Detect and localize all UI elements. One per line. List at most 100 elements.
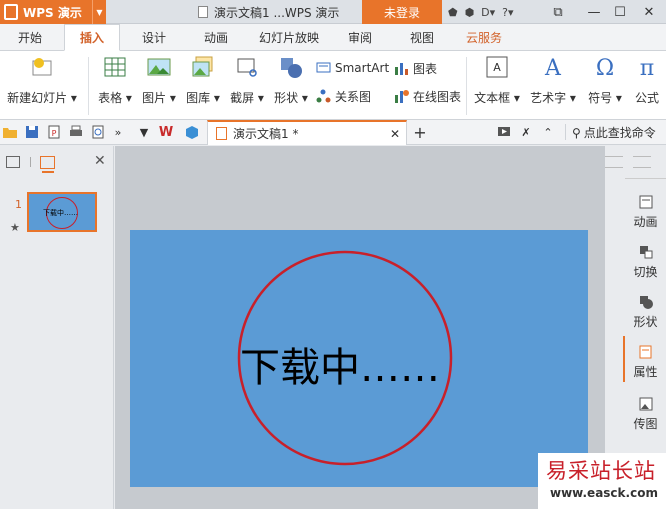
- shapes-label: 形状: [274, 91, 299, 105]
- toolbar-divider: [565, 124, 566, 140]
- app-menu-dropdown[interactable]: ▼: [92, 0, 106, 24]
- document-tab[interactable]: 演示文稿1 * ✕: [207, 120, 407, 145]
- wordart-icon: A: [541, 55, 565, 79]
- svg-text:π: π: [640, 56, 654, 79]
- restore-window-icon[interactable]: ⧉: [545, 0, 571, 24]
- chart-label: 图表: [413, 62, 438, 76]
- svg-text:Ω: Ω: [596, 56, 614, 79]
- tab-home[interactable]: 开始: [8, 24, 52, 51]
- search-icon: ⚲: [572, 125, 581, 140]
- smartart-icon: [316, 60, 331, 75]
- gallery-icon: [191, 55, 215, 79]
- panel-upload-image[interactable]: 传图: [625, 396, 666, 432]
- textbox-label: 文本框: [474, 91, 511, 105]
- slide-thumbnail[interactable]: 下载中……: [27, 192, 97, 232]
- wps-w-icon[interactable]: W: [158, 124, 174, 140]
- shapes-button[interactable]: 形状 ▾: [272, 55, 310, 106]
- command-search-label: 点此查找命令: [583, 126, 656, 140]
- title-bar: WPS 演示 ▼ 演示文稿1 ...WPS 演示 未登录 ⬟ ⬢ D▾ ?▾ ⧉…: [0, 0, 666, 24]
- online-chart-label: 在线图表: [413, 90, 462, 104]
- collapse-ribbon-icon[interactable]: ⌃: [540, 124, 556, 140]
- feedback-icon[interactable]: D▾: [481, 6, 495, 19]
- slide[interactable]: 下载中……: [130, 230, 588, 487]
- settings-icon[interactable]: ⬢: [465, 6, 475, 19]
- textbox-button[interactable]: A 文本框 ▾: [472, 55, 522, 106]
- tab-insert[interactable]: 插入: [64, 24, 120, 51]
- window-title-text: 演示文稿1 ...WPS 演示: [214, 5, 340, 20]
- thumbnail-text: 下载中……: [43, 209, 78, 217]
- shapes-icon: [279, 55, 303, 79]
- skin-icon[interactable]: ⬟: [448, 6, 458, 19]
- tab-animation[interactable]: 动画: [194, 24, 238, 51]
- screen-record-icon[interactable]: [496, 124, 512, 140]
- panel-transition[interactable]: 切换: [625, 244, 666, 280]
- slide-view-icon[interactable]: [40, 156, 55, 169]
- chart-icon: [394, 61, 409, 76]
- command-search[interactable]: ⚲ 点此查找命令: [572, 120, 656, 145]
- ribbon-divider: [466, 57, 467, 115]
- print-icon[interactable]: [68, 124, 84, 140]
- minimize-icon[interactable]: —: [581, 0, 607, 24]
- close-window-icon[interactable]: ✕: [636, 0, 662, 24]
- quick-dropdown-icon[interactable]: ▼: [136, 124, 152, 140]
- outline-view-icon[interactable]: [6, 156, 20, 168]
- panel-divider: [625, 178, 666, 179]
- panel-grip[interactable]: [633, 156, 651, 168]
- more-quick-icon[interactable]: »: [110, 124, 126, 140]
- ribbon-panel: 新建幻灯片 ▾ 表格 ▾ 图片 ▾ 图库 ▾ 截屏 ▾ 形状 ▾ SmartAr…: [0, 51, 666, 120]
- screenshot-label: 截屏: [230, 91, 255, 105]
- tab-view[interactable]: 视图: [400, 24, 444, 51]
- animation-icon: [638, 194, 654, 210]
- gallery-button[interactable]: 图库 ▾: [184, 55, 222, 106]
- maximize-icon[interactable]: ☐: [607, 0, 633, 24]
- online-chart-button[interactable]: 在线图表: [394, 88, 461, 105]
- app-menu-button[interactable]: WPS 演示: [0, 0, 92, 24]
- formula-button[interactable]: π 公式: [630, 55, 664, 106]
- close-tab-icon[interactable]: ✕: [390, 127, 400, 141]
- ribbon-divider: [88, 57, 89, 115]
- cube-icon[interactable]: [184, 124, 200, 140]
- tab-review[interactable]: 审阅: [338, 24, 382, 51]
- print-preview-icon[interactable]: [90, 124, 106, 140]
- wordart-button[interactable]: A 艺术字 ▾: [528, 55, 578, 106]
- table-button[interactable]: 表格 ▾: [96, 55, 134, 106]
- tab-cloud[interactable]: 云服务: [458, 24, 510, 51]
- help-icon[interactable]: ?▾: [502, 6, 513, 19]
- panel-shapes[interactable]: 形状: [625, 294, 666, 330]
- slide-text[interactable]: 下载中……: [240, 335, 440, 393]
- scroll-grip[interactable]: [605, 156, 623, 168]
- picture-button[interactable]: 图片 ▾: [140, 55, 178, 106]
- save-icon[interactable]: [24, 124, 40, 140]
- quick-access-bar: P » ▼ W 演示文稿1 * ✕ + ✗ ⌃ ⚲ 点此查找命令: [0, 120, 666, 145]
- panel-upload-image-label: 传图: [633, 417, 658, 431]
- panel-properties[interactable]: 属性: [625, 344, 666, 380]
- smartart-label: SmartArt: [335, 60, 390, 75]
- login-button[interactable]: 未登录: [362, 0, 442, 24]
- svg-text:A: A: [544, 56, 562, 79]
- tab-slideshow[interactable]: 幻灯片放映: [252, 24, 326, 51]
- new-tab-icon[interactable]: +: [412, 123, 428, 142]
- symbol-button[interactable]: Ω 符号 ▾: [586, 55, 624, 106]
- new-slide-label: 新建幻灯片: [7, 91, 68, 105]
- document-tab-label: 演示文稿1 *: [233, 127, 299, 141]
- tab-design[interactable]: 设计: [132, 24, 176, 51]
- upload-image-icon: [638, 396, 654, 412]
- new-slide-button[interactable]: 新建幻灯片 ▾: [6, 55, 78, 106]
- chart-button[interactable]: 图表: [394, 60, 437, 77]
- close-panel-icon[interactable]: ✕: [94, 153, 106, 169]
- wordart-label: 艺术字: [530, 91, 567, 105]
- panel-animation[interactable]: 动画: [625, 194, 666, 230]
- properties-icon: [638, 344, 654, 360]
- panel-shapes-label: 形状: [633, 315, 658, 329]
- smartart-button[interactable]: SmartArt: [316, 60, 389, 75]
- star-icon: ★: [10, 221, 20, 234]
- screenshot-button[interactable]: 截屏 ▾: [228, 55, 266, 106]
- shapes-panel-icon: [638, 294, 654, 310]
- slide-panel: ✕ 1 ★ 下载中……: [0, 146, 114, 509]
- relation-chart-button[interactable]: 关系图: [316, 88, 371, 105]
- export-icon[interactable]: P: [46, 124, 62, 140]
- open-folder-icon[interactable]: [2, 124, 18, 140]
- document-tab-icon: [216, 127, 227, 140]
- pi-icon: π: [635, 55, 659, 79]
- unpin-icon[interactable]: ✗: [518, 124, 534, 140]
